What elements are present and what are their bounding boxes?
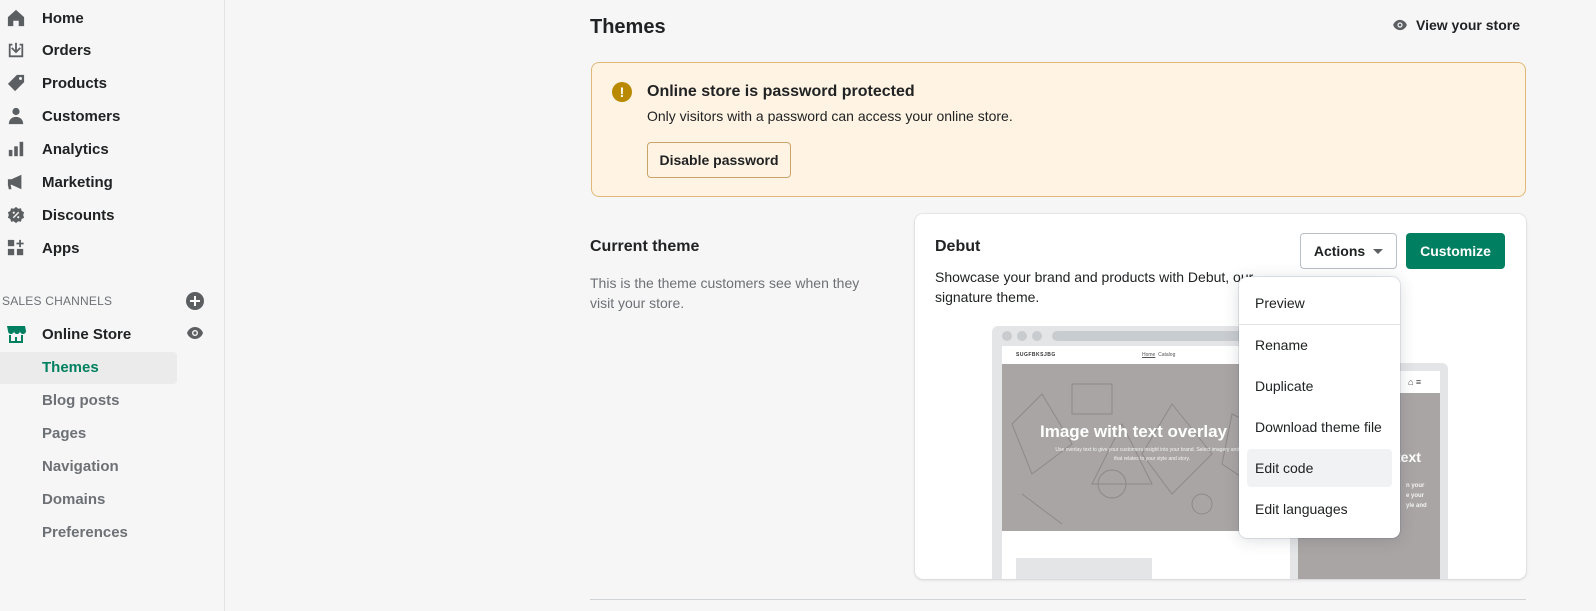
sidebar: Home Orders Products Customers Analytics…	[0, 0, 225, 611]
sidebar-item-orders[interactable]: Orders	[0, 34, 225, 66]
theme-name: Debut	[935, 238, 981, 255]
theme-card: Debut Showcase your brand and products w…	[915, 214, 1526, 579]
sidebar-subitem-themes[interactable]: Themes	[0, 352, 177, 384]
orders-icon	[6, 40, 26, 60]
page-title: Themes	[590, 16, 666, 38]
banner-text: Only visitors with a password can access…	[647, 108, 1013, 124]
sidebar-item-home[interactable]: Home	[0, 2, 225, 34]
menu-item-duplicate[interactable]: Duplicate	[1247, 367, 1392, 405]
window-dot	[1032, 331, 1042, 341]
sidebar-item-label: Home	[42, 9, 84, 27]
sidebar-item-customers[interactable]: Customers	[0, 100, 225, 132]
menu-item-edit-code[interactable]: Edit code	[1247, 449, 1392, 487]
banner-title: Online store is password protected	[647, 83, 915, 100]
sidebar-item-label: Analytics	[42, 140, 109, 158]
preview-hero-title: Image with text overlay	[1040, 422, 1228, 441]
disable-password-button[interactable]: Disable password	[647, 142, 791, 178]
sidebar-subitem-blog-posts[interactable]: Blog posts	[0, 385, 177, 417]
tag-icon	[6, 73, 26, 93]
menu-item-download-theme-file[interactable]: Download theme file	[1247, 408, 1392, 446]
preview-store-name: SUGFBKSJBG	[1016, 352, 1056, 358]
sidebar-subitem-label: Preferences	[42, 524, 128, 541]
preview-nav-home: Home	[1142, 352, 1156, 358]
bar-chart-icon	[6, 139, 26, 159]
actions-menu: Preview Rename Duplicate Download theme …	[1239, 277, 1400, 538]
discount-icon	[6, 205, 26, 225]
menu-item-label: Rename	[1255, 337, 1308, 353]
url-bar	[1052, 331, 1252, 341]
sidebar-item-apps[interactable]: Apps	[0, 232, 225, 264]
preview-hero-subtitle: Use overlay text to give your customers …	[1055, 447, 1249, 462]
sidebar-subitem-domains[interactable]: Domains	[0, 484, 177, 516]
password-protection-banner: ! Online store is password protected Onl…	[591, 62, 1526, 197]
sidebar-item-analytics[interactable]: Analytics	[0, 133, 225, 165]
menu-item-preview[interactable]: Preview	[1247, 284, 1392, 322]
sidebar-item-label: Apps	[42, 239, 80, 257]
menu-item-label: Edit code	[1255, 460, 1314, 476]
sidebar-subitem-label: Domains	[42, 491, 106, 508]
current-theme-heading: Current theme	[590, 238, 700, 255]
sidebar-item-label: Marketing	[42, 173, 113, 191]
view-online-store-button[interactable]	[186, 326, 204, 340]
window-dot	[1017, 331, 1027, 341]
menu-item-label: Duplicate	[1255, 378, 1314, 394]
sidebar-subitem-label: Navigation	[42, 458, 119, 475]
menu-item-label: Edit languages	[1255, 501, 1348, 517]
customize-button[interactable]: Customize	[1406, 233, 1505, 269]
actions-button[interactable]: Actions	[1300, 233, 1397, 269]
add-sales-channel-button[interactable]	[186, 292, 204, 310]
eye-icon	[187, 327, 203, 339]
warning-icon: !	[612, 82, 632, 102]
sidebar-item-label: Customers	[42, 107, 121, 125]
current-theme-description: This is the theme customers see when the…	[590, 275, 860, 311]
mobile-header-icons: ⌂ ≡	[1408, 377, 1422, 387]
sales-channels-heading: SALES CHANNELS	[2, 294, 113, 308]
view-your-store-link[interactable]: View your store	[1392, 14, 1520, 36]
caret-down-icon	[1373, 248, 1384, 254]
eye-icon	[1393, 19, 1407, 31]
store-icon	[6, 324, 26, 344]
preview-nav-catalog: Catalog	[1158, 352, 1176, 358]
sidebar-item-marketing[interactable]: Marketing	[0, 166, 225, 198]
person-icon	[6, 106, 26, 126]
sidebar-subitem-navigation[interactable]: Navigation	[0, 451, 177, 483]
sidebar-subitem-pages[interactable]: Pages	[0, 418, 177, 450]
sidebar-item-label: Discounts	[42, 206, 115, 224]
mobile-hero-subtitle: n your e your yle and	[1406, 483, 1427, 509]
sidebar-subitem-label: Themes	[42, 359, 99, 376]
menu-item-label: Download theme file	[1255, 419, 1382, 435]
plus-icon	[190, 296, 200, 306]
sidebar-item-label: Orders	[42, 41, 92, 59]
menu-item-edit-languages[interactable]: Edit languages	[1247, 490, 1392, 528]
sidebar-item-label: Products	[42, 74, 108, 92]
menu-item-rename[interactable]: Rename	[1247, 326, 1392, 364]
sidebar-subitem-label: Blog posts	[42, 392, 120, 409]
apps-icon	[6, 238, 26, 258]
sidebar-subitem-preferences[interactable]: Preferences	[0, 517, 177, 549]
window-dot	[1002, 331, 1012, 341]
menu-divider	[1239, 324, 1400, 325]
preview-placeholder-block	[1016, 558, 1152, 579]
sidebar-item-label: Online Store	[42, 325, 132, 343]
sidebar-item-products[interactable]: Products	[0, 67, 225, 99]
actions-label: Actions	[1313, 243, 1366, 259]
view-your-store-label: View your store	[1416, 17, 1521, 33]
megaphone-icon	[6, 172, 26, 192]
sidebar-subitem-label: Pages	[42, 425, 87, 442]
sidebar-item-discounts[interactable]: Discounts	[0, 199, 225, 231]
section-divider	[590, 599, 1526, 600]
theme-description: Showcase your brand and products with De…	[935, 269, 1254, 305]
menu-item-label: Preview	[1255, 295, 1305, 311]
home-icon	[6, 8, 26, 28]
preview-nav: Home Catalog	[1142, 352, 1175, 358]
